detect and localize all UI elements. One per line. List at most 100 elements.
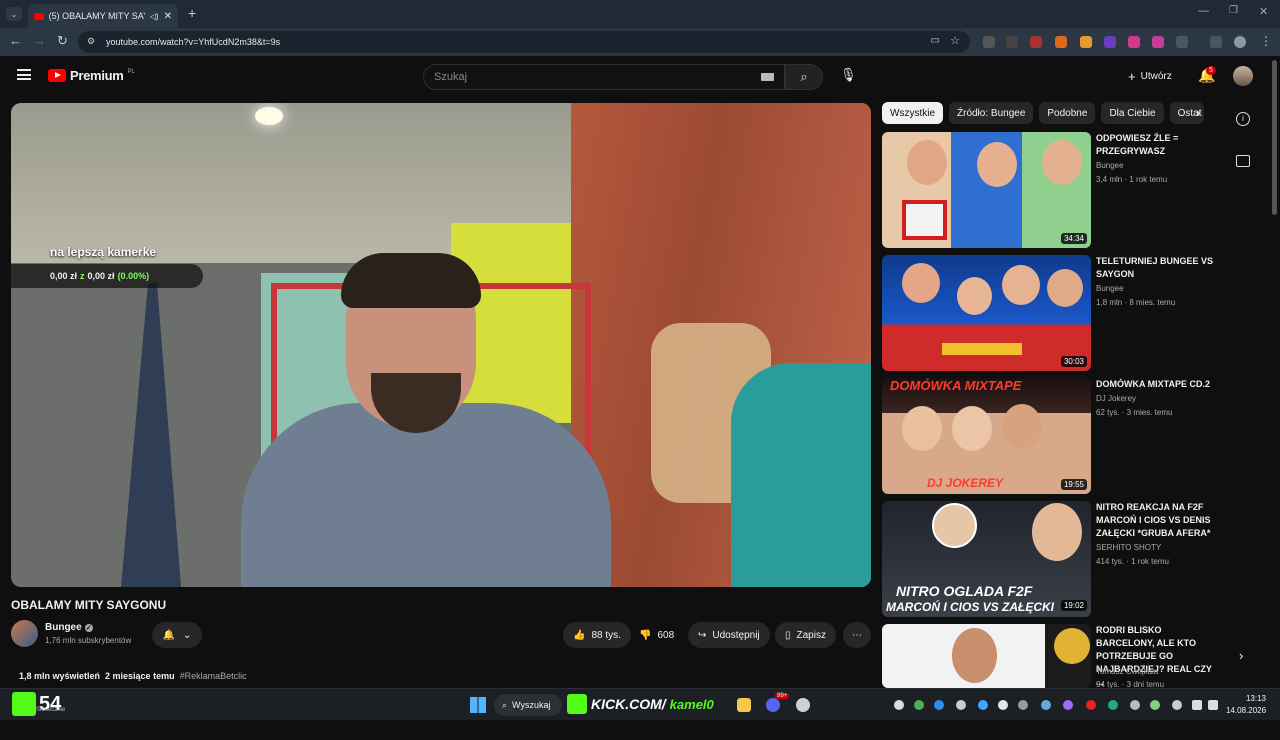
chip-for-you[interactable]: Dla Ciebie (1101, 102, 1164, 124)
tray-icon-6[interactable] (998, 700, 1008, 710)
chip-similar[interactable]: Podobne (1039, 102, 1096, 124)
like-button[interactable]: 👍 88 tys. (563, 622, 631, 648)
rec-item-2[interactable]: 30:03 TELETURNIEJ BUNGEE VS SAYGON Bunge… (882, 255, 1213, 371)
description-stats[interactable]: 1,8 mln wyświetleń 2 miesiące temu #Rekl… (19, 671, 247, 681)
rec-item-3[interactable]: DOMÓWKA MIXTAPE DJ JOKEREY 19:55 DOMÓWKA… (882, 378, 1212, 494)
extension-icon-2[interactable] (1006, 36, 1018, 48)
channel-avatar[interactable] (11, 620, 38, 647)
windows-start-icon[interactable] (470, 697, 486, 713)
tray-icon-12[interactable] (1130, 700, 1140, 710)
rec-title-2[interactable]: TELETURNIEJ BUNGEE VS SAYGON (1096, 255, 1216, 281)
thumbs-down-icon: 👎 (639, 629, 652, 641)
extensions-puzzle-icon[interactable] (1176, 36, 1188, 48)
rec-title-3[interactable]: DOMÓWKA MIXTAPE CD.2 (1096, 378, 1216, 391)
taskbar-search[interactable]: ⌕ Wyszukaj (494, 694, 562, 716)
more-actions-button[interactable]: ⋯ (843, 622, 871, 648)
back-icon[interactable]: ← (9, 33, 22, 48)
rec-item-4[interactable]: NITRO OGLADA F2F MARCOŃ I CIOS VS ZAŁĘCK… (882, 501, 1212, 617)
tab-search-icon[interactable]: ⌄ (6, 7, 22, 21)
chat-panel-icon[interactable] (1236, 155, 1250, 167)
site-info-icon[interactable]: ⚙ (87, 36, 95, 47)
rec-item-5[interactable]: RODRI BLISKO BARCELONY, ALE KTO POTRZEBU… (882, 624, 1212, 740)
chrome-icon[interactable] (796, 698, 810, 712)
tray-icon-11[interactable] (1108, 700, 1118, 710)
account-avatar[interactable] (1233, 66, 1253, 86)
extension-icon-7[interactable] (1128, 36, 1140, 48)
sidebar-next-icon[interactable]: › (1239, 648, 1243, 663)
url-bar[interactable]: ⚙ youtube.com/watch?v=YhfUcdN2m38&t=9s ▭… (78, 31, 970, 53)
rec-thumbnail-4[interactable]: NITRO OGLADA F2F MARCOŃ I CIOS VS ZAŁĘCK… (882, 501, 1091, 617)
browser-tab-active[interactable]: (5) OBALAMY MITY SAYGO ◁) ✕ (28, 4, 178, 28)
volume-icon[interactable] (1208, 700, 1218, 710)
rec-thumbnail-1[interactable]: 34:34 (882, 132, 1091, 248)
chip-source-bungee[interactable]: Źródło: Bungee (949, 102, 1034, 124)
extension-icon-5[interactable] (1080, 36, 1092, 48)
discord-icon[interactable] (766, 698, 780, 712)
video-player[interactable]: na lepszą kamerke 0,00 zł z 0,00 zł (0.0… (11, 103, 871, 587)
rec-channel-1[interactable]: Bungee (1096, 161, 1124, 170)
hashtag-link[interactable]: #ReklamaBetclic (180, 671, 247, 681)
weather-widget[interactable]: 54 Słonecznie (12, 689, 65, 719)
share-button[interactable]: ↪ Udostępnij (688, 622, 770, 648)
create-button[interactable]: + Utwórz (1128, 69, 1172, 84)
forward-icon[interactable]: → (33, 33, 46, 48)
info-panel-icon[interactable]: i (1236, 112, 1250, 126)
cast-icon[interactable]: ▭ (931, 35, 940, 46)
extension-icon-6[interactable] (1104, 36, 1116, 48)
search-button[interactable]: ⌕ (785, 64, 823, 90)
reading-list-icon[interactable] (1210, 36, 1222, 48)
rec-thumbnail-5[interactable] (882, 624, 1091, 688)
tray-icon-9[interactable] (1063, 700, 1073, 710)
extension-icon-3[interactable] (1030, 36, 1042, 48)
rec-channel-4[interactable]: SERHITO SHOTY (1096, 543, 1161, 552)
tab-close-icon[interactable]: ✕ (164, 11, 172, 22)
voice-search-icon[interactable]: 🎙 (840, 67, 857, 83)
tray-icon-5[interactable] (978, 700, 988, 710)
keyboard-icon[interactable] (761, 73, 774, 81)
extension-icon-1[interactable] (983, 36, 995, 48)
tray-icon-2[interactable] (914, 700, 924, 710)
rec-channel-2[interactable]: Bungee (1096, 284, 1124, 293)
speaker-icon[interactable]: ◁) (150, 12, 159, 21)
close-window-button[interactable]: ✕ (1259, 5, 1268, 18)
dislike-count: 608 (657, 629, 675, 641)
search-input[interactable]: Szukaj (423, 64, 785, 90)
file-explorer-icon[interactable] (737, 698, 751, 712)
microphone-icon[interactable] (1172, 700, 1182, 710)
tray-icon-3[interactable] (934, 700, 944, 710)
reload-icon[interactable]: ↻ (57, 33, 68, 49)
extension-icon-8[interactable] (1152, 36, 1164, 48)
new-tab-button[interactable]: + (188, 5, 196, 21)
bookmark-star-icon[interactable]: ☆ (950, 34, 960, 47)
donation-percent: (0.00%) (117, 271, 150, 281)
extension-icon-4[interactable] (1055, 36, 1067, 48)
hamburger-menu-icon[interactable] (17, 69, 31, 80)
rec-title-4[interactable]: NITRO REAKCJA NA F2F MARCOŃ I CIOS VS DE… (1096, 501, 1216, 540)
browser-menu-icon[interactable]: ⋮ (1260, 34, 1272, 48)
restore-button[interactable]: ❐ (1229, 5, 1238, 16)
rec-thumbnail-3[interactable]: DOMÓWKA MIXTAPE DJ JOKEREY 19:55 (882, 378, 1091, 494)
chip-all[interactable]: Wszystkie (882, 102, 943, 124)
tray-icon-13[interactable] (1150, 700, 1160, 710)
rec-item-1[interactable]: 34:34 ODPOWIESZ ŹLE = PRZEGRYWASZ Bungee… (882, 132, 1212, 248)
network-icon[interactable] (1192, 700, 1202, 710)
youtube-logo[interactable]: Premium PL (48, 68, 135, 83)
channel-name[interactable]: Bungee ✓ (45, 622, 93, 633)
rec-thumbnail-2[interactable]: 30:03 (882, 255, 1091, 371)
rec-channel-3[interactable]: DJ Jokerey (1096, 394, 1136, 403)
tray-icon-4[interactable] (956, 700, 966, 710)
tray-icon-7[interactable] (1018, 700, 1028, 710)
minimize-button[interactable]: — (1198, 5, 1209, 17)
page-scrollbar[interactable] (1272, 60, 1277, 215)
profile-avatar-icon[interactable] (1234, 36, 1246, 48)
tray-icon-10[interactable] (1086, 700, 1096, 710)
notification-bell-button[interactable]: 🔔 ⌄ (152, 622, 202, 648)
tray-icon-8[interactable] (1041, 700, 1051, 710)
dislike-button[interactable]: 👎 608 (629, 622, 684, 648)
save-button[interactable]: ▯ Zapisz (775, 622, 836, 648)
tray-icon-1[interactable] (894, 700, 904, 710)
clock[interactable]: 13:13 14.08.2026 (1226, 693, 1266, 717)
rec-title-1[interactable]: ODPOWIESZ ŹLE = PRZEGRYWASZ (1096, 132, 1216, 158)
chips-next-icon[interactable]: › (1196, 105, 1200, 120)
rec-channel-5[interactable]: Tomasz Ćwiąkała (1096, 667, 1158, 676)
